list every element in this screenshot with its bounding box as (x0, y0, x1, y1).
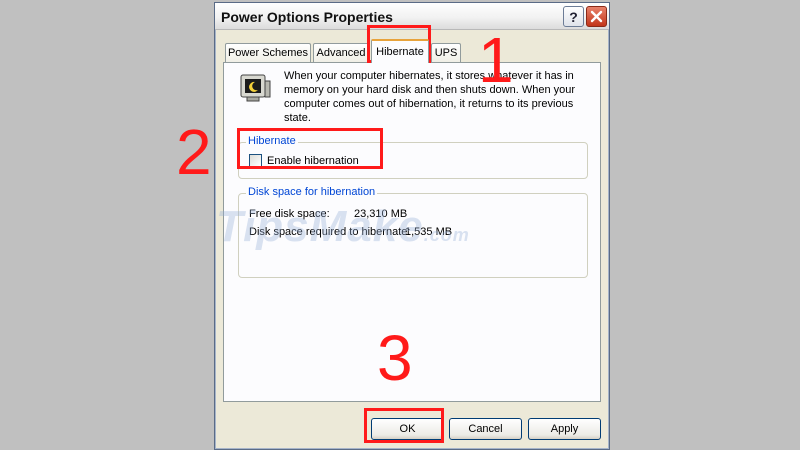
help-icon: ? (569, 8, 578, 25)
tab-advanced[interactable]: Advanced (313, 43, 369, 62)
close-icon (590, 10, 603, 23)
tab-hibernate[interactable]: Hibernate (371, 39, 429, 63)
watermark-text: TipsMake (216, 202, 424, 251)
tab-ups[interactable]: UPS (431, 43, 461, 62)
close-button[interactable] (586, 6, 607, 27)
step2-highlight-box (237, 128, 383, 169)
step1-number: 1 (478, 24, 514, 96)
apply-button[interactable]: Apply (528, 418, 601, 440)
hibernate-monitor-icon (240, 74, 271, 102)
cancel-button[interactable]: Cancel (449, 418, 522, 440)
tipsmake-watermark: TipsMake.com (216, 202, 470, 252)
help-button[interactable]: ? (563, 6, 584, 27)
step3-number: 3 (377, 322, 413, 394)
tab-power-schemes[interactable]: Power Schemes (225, 43, 311, 62)
step2-number: 2 (176, 116, 212, 188)
watermark-suffix: .com (423, 225, 470, 245)
disk-space-group-title: Disk space for hibernation (246, 186, 378, 198)
hibernate-description: When your computer hibernates, it stores… (284, 70, 576, 124)
step3-highlight-box (364, 408, 444, 443)
window-title: Power Options Properties (221, 9, 393, 25)
